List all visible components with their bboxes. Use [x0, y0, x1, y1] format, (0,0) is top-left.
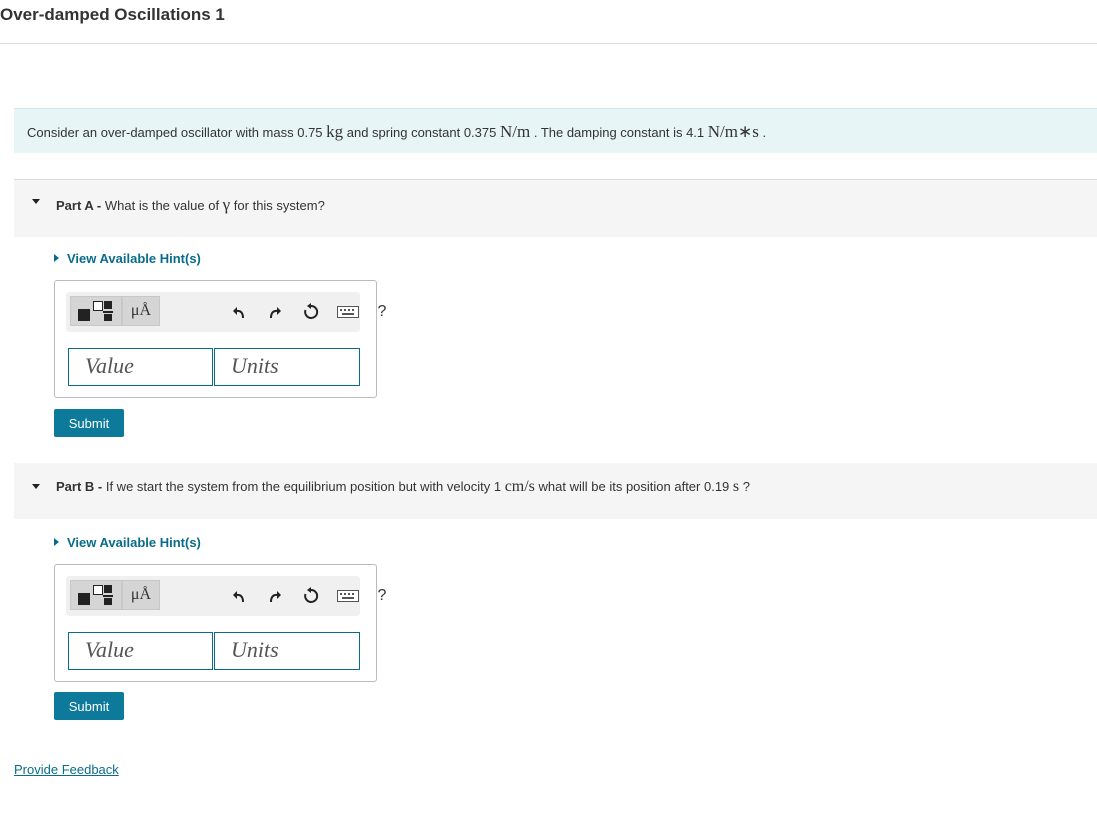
part-a-hint-link[interactable]: View Available Hint(s) — [54, 251, 201, 266]
damping-unit: N/m∗s — [707, 122, 759, 141]
reset-icon[interactable] — [301, 302, 321, 322]
part-a-label: Part A - — [56, 198, 105, 213]
redo-icon[interactable] — [265, 586, 285, 606]
part-b-submit-button[interactable]: Submit — [54, 692, 124, 720]
part-b-question-text-3: ? — [739, 479, 750, 494]
help-icon[interactable]: ? — [372, 586, 392, 606]
page-title: Over-damped Oscillations 1 — [0, 5, 225, 24]
intro-text-1: Consider an over-damped oscillator with … — [27, 125, 327, 140]
toolbar-button-group: μÅ — [70, 296, 160, 328]
part-b-units-input[interactable]: Units — [214, 632, 360, 670]
keyboard-icon[interactable] — [336, 302, 360, 322]
keyboard-icon[interactable] — [336, 586, 360, 606]
toolbar-button-group: μÅ — [70, 580, 160, 612]
templates-button[interactable] — [70, 580, 122, 610]
title-divider — [0, 43, 1097, 44]
part-a-units-input[interactable]: Units — [214, 348, 360, 386]
undo-icon[interactable] — [229, 302, 249, 322]
mass-unit: kg — [326, 122, 344, 141]
part-a-hint-label: View Available Hint(s) — [67, 251, 201, 266]
collapse-caret-icon[interactable] — [32, 199, 40, 204]
part-a-question: Part A - What is the value of γ for this… — [56, 195, 325, 215]
intro-text-2: and spring constant 0.375 — [343, 125, 500, 140]
help-icon[interactable]: ? — [372, 302, 392, 322]
problem-intro: Consider an over-damped oscillator with … — [14, 108, 1097, 153]
part-a-answer-box: μÅ ? Value Units — [54, 280, 386, 398]
intro-text-3: . The damping constant is 4.1 — [530, 125, 708, 140]
part-b-hint-label: View Available Hint(s) — [67, 535, 201, 550]
reset-icon[interactable] — [301, 586, 321, 606]
part-b-question-text-1: If we start the system from the equilibr… — [105, 479, 505, 494]
units-button[interactable]: μÅ — [122, 580, 160, 610]
units-button[interactable]: μÅ — [122, 296, 160, 326]
part-a-question-text-2: for this system? — [230, 198, 325, 213]
templates-icon — [76, 583, 116, 607]
units-icon: μÅ — [130, 586, 152, 603]
part-a-header[interactable]: Part A - What is the value of γ for this… — [14, 179, 1097, 237]
templates-button[interactable] — [70, 296, 122, 326]
intro-text-4: . — [758, 125, 767, 140]
provide-feedback-link[interactable]: Provide Feedback — [14, 762, 119, 777]
expand-arrow-icon — [54, 538, 59, 546]
part-b-answer-box: μÅ ? Value Units — [54, 564, 386, 682]
undo-icon[interactable] — [229, 586, 249, 606]
part-a-submit-button[interactable]: Submit — [54, 409, 124, 437]
spring-unit: N/m — [499, 122, 531, 141]
part-b-toolbar: μÅ ? — [66, 576, 386, 616]
part-a-toolbar: μÅ ? — [66, 292, 386, 332]
part-b-hint-link[interactable]: View Available Hint(s) — [54, 535, 201, 550]
expand-arrow-icon — [54, 254, 59, 262]
part-a-question-text-1: What is the value of — [104, 198, 223, 213]
collapse-caret-icon[interactable] — [32, 484, 40, 489]
units-icon: μÅ — [130, 302, 152, 319]
redo-icon[interactable] — [265, 302, 285, 322]
part-b-header[interactable]: Part B - If we start the system from the… — [14, 463, 1097, 519]
part-b-label: Part B - — [56, 479, 106, 494]
part-b-value-input[interactable]: Value — [68, 632, 213, 670]
part-a-value-input[interactable]: Value — [68, 348, 213, 386]
templates-icon — [76, 299, 116, 323]
velocity-unit: cm/s — [504, 478, 535, 495]
part-b-question: Part B - If we start the system from the… — [56, 478, 750, 496]
part-b-question-text-2: what will be its position after 0.19 — [534, 479, 733, 494]
